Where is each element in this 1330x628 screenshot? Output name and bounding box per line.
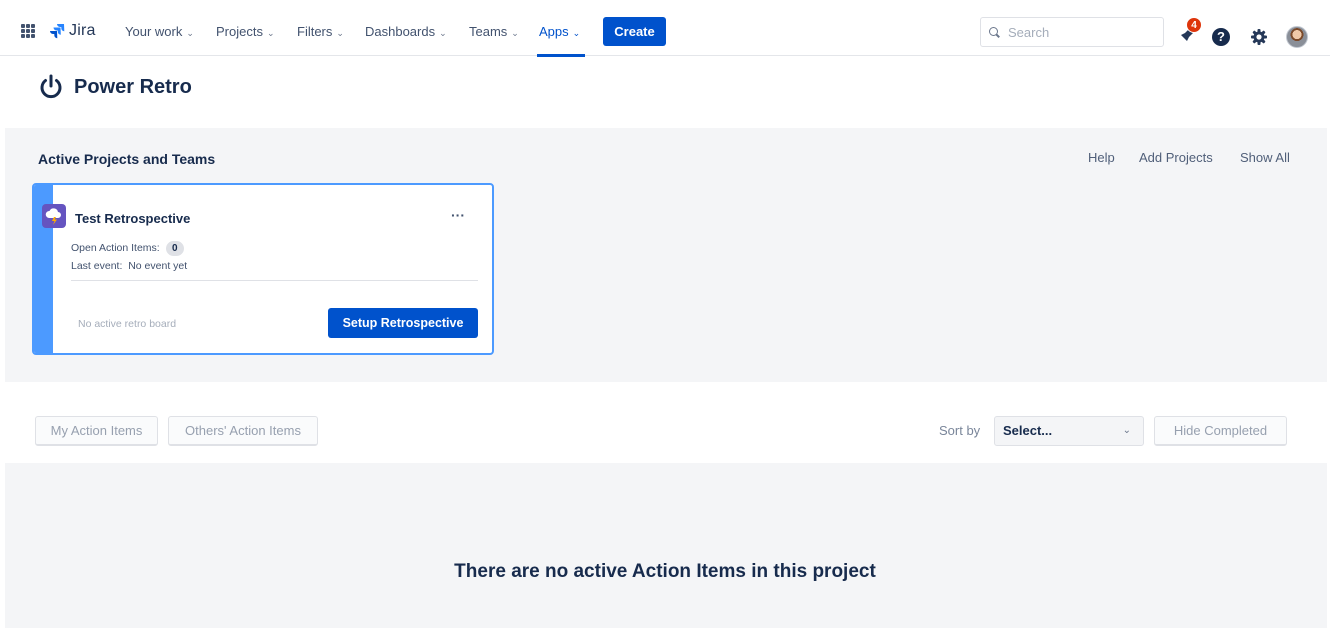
more-actions-button[interactable]: ··· [451, 207, 465, 223]
product-name: Jira [69, 22, 96, 39]
jira-logo[interactable]: Jira [49, 21, 96, 41]
chevron-down-icon: ⌄ [186, 28, 194, 38]
create-button[interactable]: Create [603, 17, 666, 46]
nav-label: Your work [125, 24, 183, 39]
card-title[interactable]: Test Retrospective [75, 211, 190, 226]
chevron-down-icon: ⌄ [336, 28, 344, 38]
cloud-lightning-icon [45, 208, 61, 225]
card-divider [71, 280, 478, 281]
project-card[interactable]: Test Retrospective ··· Open Action Items… [32, 183, 494, 355]
app-header: Power Retro [38, 74, 192, 100]
nav-label: Apps [539, 24, 569, 39]
app-switcher-icon[interactable] [21, 24, 35, 38]
action-items-empty-state [5, 463, 1327, 628]
page-title: Power Retro [74, 75, 192, 98]
others-action-items-button[interactable]: Others' Action Items [168, 416, 318, 446]
nav-label: Teams [469, 24, 508, 39]
chevron-down-icon: ⌄ [572, 28, 581, 38]
nav-projects[interactable]: Projects ⌄ [216, 22, 275, 42]
jira-icon [50, 24, 65, 39]
power-icon [40, 74, 62, 99]
setup-retrospective-button[interactable]: Setup Retrospective [328, 308, 478, 338]
open-action-items-label: Open Action Items: [71, 242, 160, 254]
help-icon[interactable]: ? [1212, 28, 1230, 46]
notification-count-badge: 4 [1186, 17, 1202, 33]
last-event-value: No event yet [128, 260, 188, 272]
project-avatar-icon [42, 204, 66, 228]
open-action-items-count: 0 [165, 241, 184, 256]
nav-dashboards[interactable]: Dashboards ⌄ [365, 22, 447, 42]
search-box[interactable] [980, 17, 1164, 47]
nav-label: Dashboards [365, 24, 436, 39]
avatar[interactable] [1286, 26, 1308, 48]
last-event-row: Last event: No event yet [71, 260, 187, 272]
hide-completed-button[interactable]: Hide Completed [1154, 416, 1287, 446]
chevron-down-icon: ⌄ [511, 28, 519, 38]
nav-apps[interactable]: Apps ⌄ [539, 22, 580, 42]
search-icon [989, 26, 1000, 38]
my-action-items-button[interactable]: My Action Items [35, 416, 158, 446]
add-projects-link[interactable]: Add Projects [1139, 150, 1213, 165]
top-navigation: Jira Your work ⌄ Projects ⌄ Filters ⌄ Dashb… [0, 6, 1330, 57]
gear-icon[interactable] [1249, 27, 1269, 47]
chevron-down-icon: ⌄ [439, 28, 447, 38]
nav-label: Projects [216, 24, 263, 39]
nav-your-work[interactable]: Your work ⌄ [125, 22, 194, 42]
last-event-label: Last event: [71, 260, 123, 272]
sort-by-label: Sort by [939, 423, 981, 438]
open-action-items-row: Open Action Items: 0 [71, 241, 184, 256]
help-link[interactable]: Help [1088, 150, 1115, 165]
chevron-down-icon: ⌄ [266, 28, 275, 38]
show-all-link[interactable]: Show All [1240, 150, 1290, 165]
chevron-down-icon: ⌄ [1122, 425, 1131, 436]
section-title: Active Projects and Teams [38, 151, 216, 167]
nav-teams[interactable]: Teams ⌄ [469, 22, 519, 42]
nav-label: Filters [297, 24, 333, 39]
sort-select[interactable]: Select... ⌄ [994, 416, 1144, 446]
retro-board-status: No active retro board [78, 318, 177, 330]
sort-select-value: Select... [1003, 423, 1053, 438]
empty-state-message: There are no active Action Items in this… [454, 561, 876, 582]
active-nav-indicator [537, 54, 585, 57]
search-input[interactable] [1008, 24, 1148, 40]
nav-filters[interactable]: Filters ⌄ [297, 22, 344, 42]
